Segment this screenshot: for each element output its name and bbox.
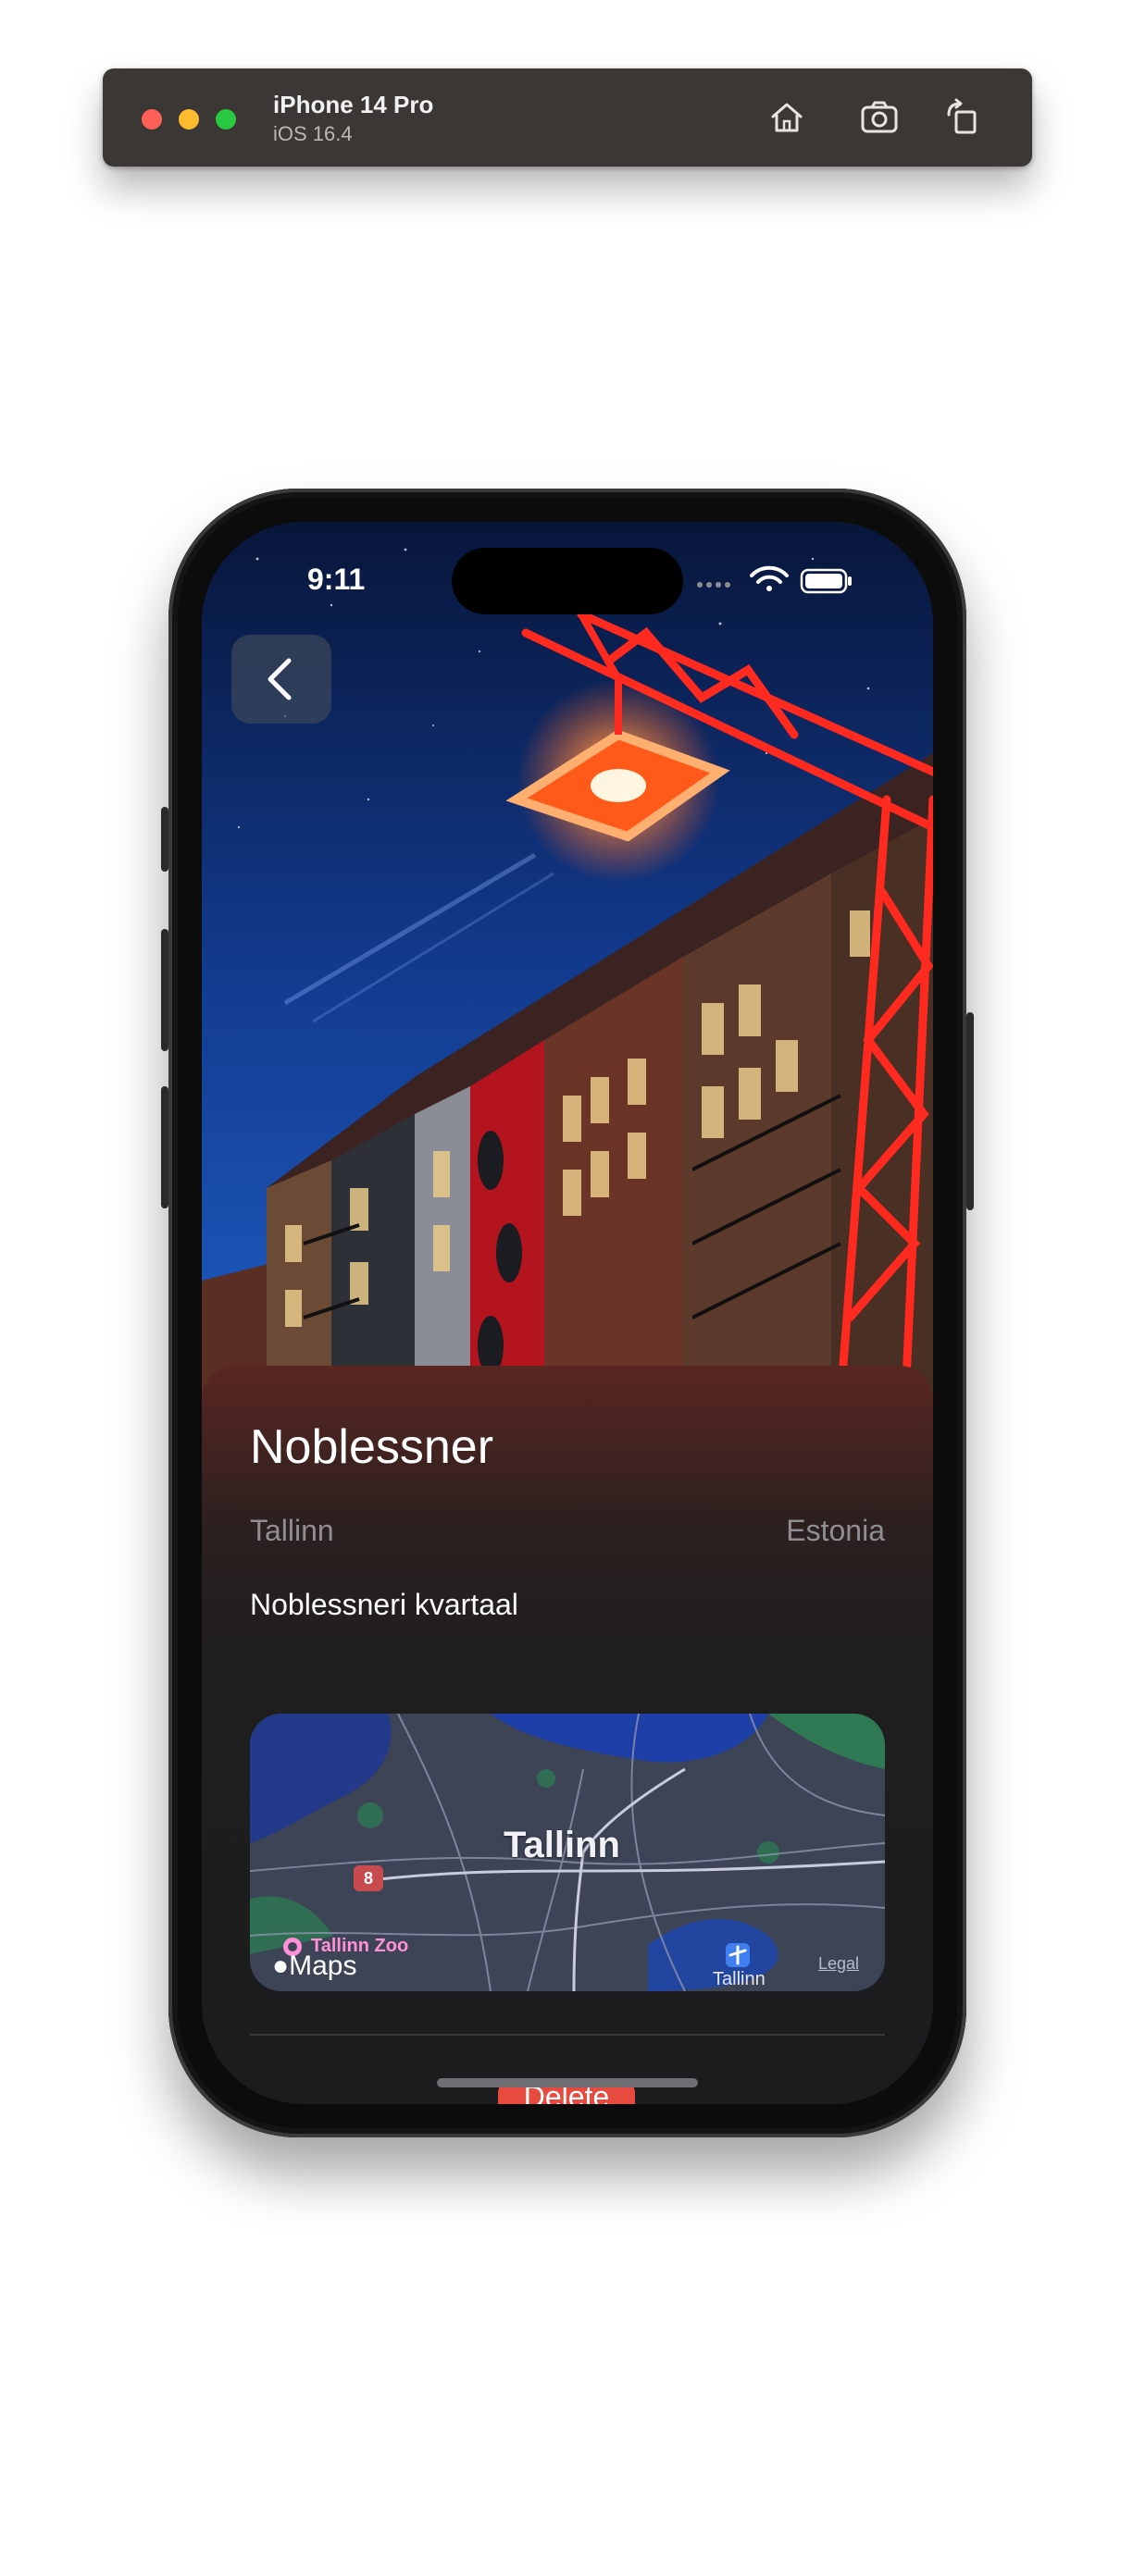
back-button[interactable] [231,635,331,724]
dynamic-island [452,548,683,614]
cellular-icon [697,582,730,588]
map-airport-label: Tallinn [713,1969,766,1989]
rotate-button[interactable] [941,96,984,139]
airport-icon [726,1943,750,1967]
home-button[interactable] [766,96,808,139]
os-version: iOS 16.4 [273,122,353,145]
map-legal-link[interactable]: Legal [818,1954,859,1974]
volume-down-button [161,1086,168,1208]
app-screen: 9:11 Noblessner Tallinn Estonia Noblessn… [202,522,933,2104]
place-title: Noblessner [250,1420,494,1474]
map-preview[interactable]: 8 Tallinn Tallinn Zoo ●Maps Tallinn Lega… [250,1714,885,1991]
status-icons [697,565,852,594]
zoom-window-button[interactable] [216,109,236,130]
simulator-toolbar: iPhone 14 Pro iOS 16.4 [103,68,1032,167]
battery-icon [800,568,852,594]
place-country: Estonia [786,1514,885,1547]
map-city-label: Tallinn [504,1825,620,1865]
minimize-window-button[interactable] [179,109,199,130]
place-city: Tallinn [250,1514,334,1547]
route-badge: 8 [354,1865,383,1891]
power-button [966,1012,974,1210]
volume-up-button [161,929,168,1051]
rotate-icon [947,98,977,134]
chevron-left-icon [268,658,292,700]
iphone-frame: 9:11 Noblessner Tallinn Estonia Noblessn… [161,489,974,2137]
section-divider [250,2034,885,2036]
detail-sheet: Noblessner Tallinn Estonia Noblessneri k… [202,1366,933,2104]
maps-brand-label: Maps [289,1951,357,1981]
apple-logo-icon: ● [272,1951,290,1981]
device-name: iPhone 14 Pro [273,91,434,118]
wifi-icon [750,565,789,591]
mute-switch [161,807,168,872]
maps-brand: ●Maps [272,1951,356,1982]
close-window-button[interactable] [142,109,162,130]
home-icon [771,103,803,132]
screenshot-button[interactable] [858,96,901,139]
status-time: 9:11 [307,563,366,596]
place-address: Noblessneri kvartaal [250,1588,518,1621]
home-indicator[interactable] [437,2078,698,2087]
screenshot-icon [861,101,898,133]
